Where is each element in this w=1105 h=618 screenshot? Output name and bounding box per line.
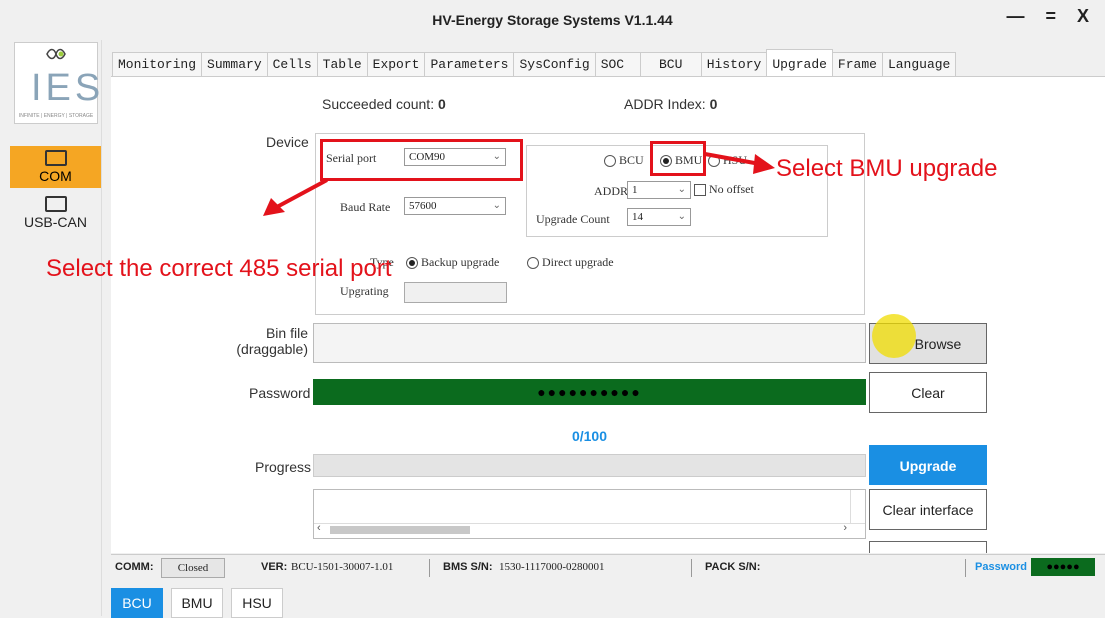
sidebar-item-label: COM [39, 168, 72, 184]
bottom-tab-bar: BCU BMU HSU [111, 588, 291, 618]
bin-file-label-line2: (draggable) [236, 341, 308, 357]
password-label: Password [249, 385, 311, 401]
scroll-right-icon[interactable]: › [843, 522, 847, 534]
bin-file-label-line1: Bin file [265, 325, 308, 341]
status-password-label: Password [975, 561, 1027, 573]
radio-backup-label: Backup upgrade [421, 255, 500, 269]
succeeded-count-label: Succeeded count: [322, 96, 435, 112]
addr-index-value: 0 [709, 96, 718, 112]
scroll-left-icon[interactable]: ‹ [317, 522, 321, 534]
ver-label: VER: [261, 561, 288, 573]
usb-can-icon [44, 196, 67, 212]
upgrating-label: Upgrating [340, 284, 389, 298]
partial-button[interactable] [869, 541, 987, 553]
logo: IES INFINITE | ENERGY | STORAGE [14, 42, 100, 124]
divider [965, 559, 966, 577]
tab-language[interactable]: Language [881, 52, 957, 77]
sidebar [0, 40, 102, 616]
divider [691, 559, 692, 577]
upgrating-field [404, 282, 507, 303]
bin-file-label: Bin file (draggable) [232, 325, 308, 357]
tab-bar: Monitoring Summary Cells Table Export Pa… [112, 49, 957, 77]
arrow-bmu-head [753, 154, 775, 174]
status-bar: COMM: Closed VER: BCU-1501-30007-1.01 BM… [111, 554, 1105, 583]
sidebar-item-label: USB-CAN [23, 214, 87, 230]
ver-value: BCU-1501-30007-1.01 [291, 561, 394, 573]
bms-sn-value: 1530-1117000-0280001 [499, 561, 605, 573]
arrow-serial-head [263, 198, 285, 216]
scrollbar-thumb[interactable] [330, 526, 470, 534]
tab-monitoring[interactable]: Monitoring [112, 52, 203, 77]
tab-export[interactable]: Export [366, 52, 426, 77]
radio-direct-upgrade[interactable]: Direct upgrade [527, 255, 614, 270]
succeeded-count-value: 0 [437, 96, 446, 112]
pack-sn-label: PACK S/N: [705, 561, 761, 573]
radio-selected-icon [406, 257, 418, 270]
logo-tagline: INFINITE | ENERGY | STORAGE [18, 113, 94, 119]
logo-text: IES [31, 67, 105, 109]
comm-status: Closed [161, 558, 225, 578]
addr-index: ADDR Index: 0 [624, 96, 717, 112]
tab-soc[interactable]: SOC [594, 52, 641, 77]
tab-table[interactable]: Table [316, 52, 368, 77]
radio-direct-label: Direct upgrade [542, 255, 614, 269]
arrow-bmu-line [704, 152, 761, 166]
vertical-scrollbar[interactable] [850, 490, 865, 524]
tab-sysconfig[interactable]: SysConfig [513, 52, 596, 77]
tab-summary[interactable]: Summary [201, 52, 268, 77]
bottom-tab-bcu[interactable]: BCU [111, 588, 163, 618]
bottom-tab-hsu[interactable]: HSU [231, 588, 283, 618]
tab-upgrade[interactable]: Upgrade [766, 49, 833, 77]
sidebar-item-usb-can[interactable]: USB-CAN [10, 192, 101, 234]
tab-cells[interactable]: Cells [266, 52, 318, 77]
status-password-field[interactable]: ●●●●● [1031, 558, 1095, 576]
arrow-serial-line [274, 178, 328, 210]
tab-frame[interactable]: Frame [831, 52, 883, 77]
comm-label: COMM: [115, 561, 154, 573]
progress-label: Progress [255, 459, 312, 475]
bin-file-dropzone[interactable] [313, 323, 866, 363]
radio-backup-upgrade[interactable]: Backup upgrade [406, 255, 499, 270]
clear-interface-button[interactable]: Clear interface [869, 489, 987, 530]
tab-history[interactable]: History [700, 52, 768, 77]
bottom-tab-bmu[interactable]: BMU [171, 588, 223, 618]
addr-index-label: ADDR Index: [624, 96, 706, 112]
tab-bcu[interactable]: BCU [639, 52, 702, 77]
tab-parameters[interactable]: Parameters [424, 52, 515, 77]
password-input[interactable]: ●●●●●●●●●● [313, 379, 866, 405]
upgrade-button[interactable]: Upgrade [869, 445, 987, 485]
clear-button[interactable]: Clear [869, 372, 987, 413]
com-port-icon [44, 150, 67, 166]
window-controls[interactable]: — = X [1006, 6, 1097, 27]
horizontal-scrollbar[interactable]: ‹ › [314, 522, 865, 538]
window-title: HV-Energy Storage Systems V1.1.44 [432, 12, 673, 28]
progress-bar [313, 454, 866, 477]
logo-icon [46, 48, 66, 60]
password-mask: ●●●●●●●●●● [537, 384, 642, 400]
radio-icon [527, 257, 539, 270]
log-textarea[interactable]: ‹ › [313, 489, 866, 539]
browse-button[interactable]: Browse [869, 314, 987, 364]
device-label: Device [266, 134, 309, 150]
bms-sn-label: BMS S/N: [443, 561, 493, 573]
divider [429, 559, 430, 577]
sidebar-item-com[interactable]: COM [10, 146, 101, 188]
progress-text: 0/100 [571, 428, 608, 444]
annotation-arrows [263, 152, 775, 216]
succeeded-count: Succeeded count: 0 [322, 96, 446, 112]
title-bar: HV-Energy Storage Systems V1.1.44 — = X [0, 0, 1105, 40]
browse-button-label: Browse [914, 336, 962, 352]
annotation-serial: Select the correct 485 serial port [46, 255, 392, 282]
